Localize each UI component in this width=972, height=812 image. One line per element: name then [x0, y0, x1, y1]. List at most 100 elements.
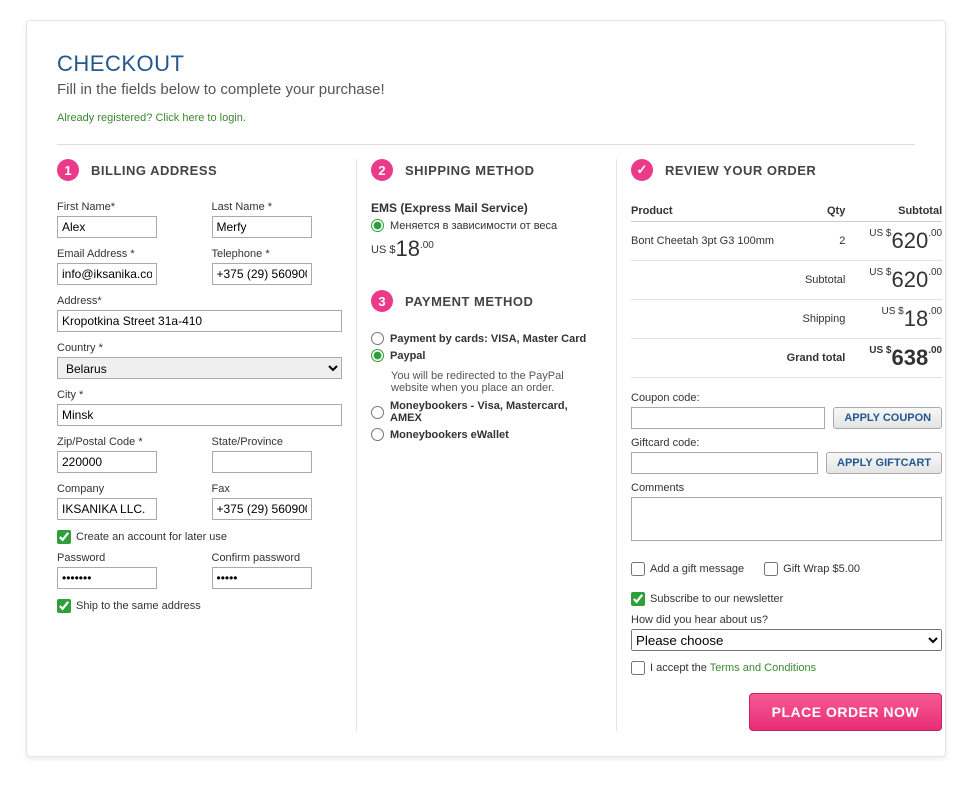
telephone-input[interactable]: [212, 263, 312, 285]
gift-wrap-checkbox[interactable]: [764, 562, 778, 576]
shipping-price: US $18.00: [371, 236, 602, 262]
shipping-currency: US $: [371, 244, 395, 256]
ship-same-checkbox[interactable]: [57, 599, 71, 613]
terms-checkbox[interactable]: [631, 661, 645, 675]
coupon-input[interactable]: [631, 407, 825, 429]
payment-card-label: Payment by cards: VISA, Master Card: [390, 333, 586, 345]
state-label: State/Province: [212, 436, 343, 448]
city-input[interactable]: [57, 404, 342, 426]
shipping-amount: US $18.00: [845, 300, 942, 339]
hear-select[interactable]: Please choose: [631, 629, 942, 651]
th-subtotal: Subtotal: [845, 201, 942, 222]
subtotal-amount: US $620.00: [845, 261, 942, 300]
newsletter-check[interactable]: Subscribe to our newsletter: [631, 592, 942, 606]
gift-message-check[interactable]: Add a gift message: [631, 562, 744, 576]
step-badge-2: 2: [371, 159, 393, 181]
shipping-price-cents: .00: [420, 240, 434, 251]
address-input[interactable]: [57, 310, 342, 332]
step-badge-1: 1: [57, 159, 79, 181]
comments-input[interactable]: [631, 497, 942, 541]
giftcard-input[interactable]: [631, 452, 818, 474]
confirm-password-input[interactable]: [212, 567, 312, 589]
payment-mb-wallet-option[interactable]: Moneybookers eWallet: [371, 428, 602, 441]
create-account-label: Create an account for later use: [76, 531, 227, 543]
payment-card-radio[interactable]: [371, 332, 384, 345]
telephone-label: Telephone *: [212, 248, 343, 260]
gift-wrap-check[interactable]: Gift Wrap $5.00: [764, 562, 860, 576]
payment-paypal-label: Paypal: [390, 350, 425, 362]
order-table: Product Qty Subtotal Bont Cheetah 3pt G3…: [631, 201, 942, 378]
terms-link[interactable]: Terms and Conditions: [710, 662, 816, 674]
password-label: Password: [57, 552, 188, 564]
billing-title: BILLING ADDRESS: [91, 163, 217, 178]
newsletter-checkbox[interactable]: [631, 592, 645, 606]
line-amount: US $620.00: [845, 222, 942, 261]
gift-message-label: Add a gift message: [650, 563, 744, 575]
apply-giftcard-button[interactable]: APPLY GIFTCART: [826, 452, 942, 474]
ship-same-check[interactable]: Ship to the same address: [57, 599, 342, 613]
create-account-check[interactable]: Create an account for later use: [57, 530, 342, 544]
fax-label: Fax: [212, 483, 343, 495]
place-order-button[interactable]: PLACE ORDER NOW: [749, 693, 943, 731]
line-qty: 2: [821, 222, 845, 261]
email-label: Email Address *: [57, 248, 188, 260]
password-input[interactable]: [57, 567, 157, 589]
payment-paypal-radio[interactable]: [371, 349, 384, 362]
login-link[interactable]: Already registered? Click here to login.: [57, 112, 246, 124]
coupon-label: Coupon code:: [631, 392, 942, 404]
gift-message-checkbox[interactable]: [631, 562, 645, 576]
terms-check[interactable]: I accept the Terms and Conditions: [631, 661, 942, 675]
table-row: Bont Cheetah 3pt G3 100mm 2 US $620.00: [631, 222, 942, 261]
address-label: Address*: [57, 295, 342, 307]
comments-label: Comments: [631, 482, 942, 494]
payment-mb-card-option[interactable]: Moneybookers - Visa, Mastercard, AMEX: [371, 400, 602, 424]
checkout-card: CHECKOUT Fill in the fields below to com…: [26, 20, 946, 757]
grand-amount: US $638.00: [845, 339, 942, 378]
grand-label: Grand total: [631, 339, 845, 378]
first-name-input[interactable]: [57, 216, 157, 238]
last-name-label: Last Name *: [212, 201, 343, 213]
payment-mb-wallet-radio[interactable]: [371, 428, 384, 441]
state-input[interactable]: [212, 451, 312, 473]
page-subtitle: Fill in the fields below to complete you…: [57, 81, 915, 98]
city-label: City *: [57, 389, 342, 401]
payment-card-option[interactable]: Payment by cards: VISA, Master Card: [371, 332, 602, 345]
review-title: REVIEW YOUR ORDER: [665, 163, 816, 178]
line-name: Bont Cheetah 3pt G3 100mm: [631, 222, 821, 261]
shipping-method-radio[interactable]: [371, 219, 384, 232]
page-title: CHECKOUT: [57, 51, 915, 77]
email-input[interactable]: [57, 263, 157, 285]
create-account-checkbox[interactable]: [57, 530, 71, 544]
payment-mb-card-radio[interactable]: [371, 406, 384, 419]
zip-input[interactable]: [57, 451, 157, 473]
terms-text: I accept the Terms and Conditions: [650, 662, 816, 674]
last-name-input[interactable]: [212, 216, 312, 238]
shipping-method-desc: Меняется в зависимости от веса: [390, 220, 557, 232]
apply-coupon-button[interactable]: APPLY COUPON: [833, 407, 942, 429]
gift-wrap-label: Gift Wrap $5.00: [783, 563, 860, 575]
shipping-method-option[interactable]: Меняется в зависимости от веса: [371, 219, 602, 232]
country-label: Country *: [57, 342, 342, 354]
country-select[interactable]: Belarus: [57, 357, 342, 379]
fax-input[interactable]: [212, 498, 312, 520]
shipping-price-main: 18: [395, 236, 419, 261]
payment-title: PAYMENT METHOD: [405, 294, 533, 309]
shipping-row: Shipping US $18.00: [631, 300, 942, 339]
company-input[interactable]: [57, 498, 157, 520]
step-badge-3: 3: [371, 290, 393, 312]
payment-paypal-option[interactable]: Paypal: [371, 349, 602, 362]
company-label: Company: [57, 483, 188, 495]
shipping-title: SHIPPING METHOD: [405, 163, 535, 178]
review-column: REVIEW YOUR ORDER Product Qty Subtotal B…: [617, 159, 942, 731]
hear-label: How did you hear about us?: [631, 614, 942, 626]
th-product: Product: [631, 201, 821, 222]
payment-mb-wallet-label: Moneybookers eWallet: [390, 429, 509, 441]
shipping-payment-column: 2 SHIPPING METHOD EMS (Express Mail Serv…: [357, 159, 617, 731]
payment-paypal-desc: You will be redirected to the PayPal web…: [371, 366, 602, 400]
payment-mb-card-label: Moneybookers - Visa, Mastercard, AMEX: [390, 400, 602, 424]
subtotal-row: Subtotal US $620.00: [631, 261, 942, 300]
giftcard-label: Giftcard code:: [631, 437, 942, 449]
first-name-label: First Name*: [57, 201, 188, 213]
shipping-sum-label: Shipping: [631, 300, 845, 339]
grand-row: Grand total US $638.00: [631, 339, 942, 378]
